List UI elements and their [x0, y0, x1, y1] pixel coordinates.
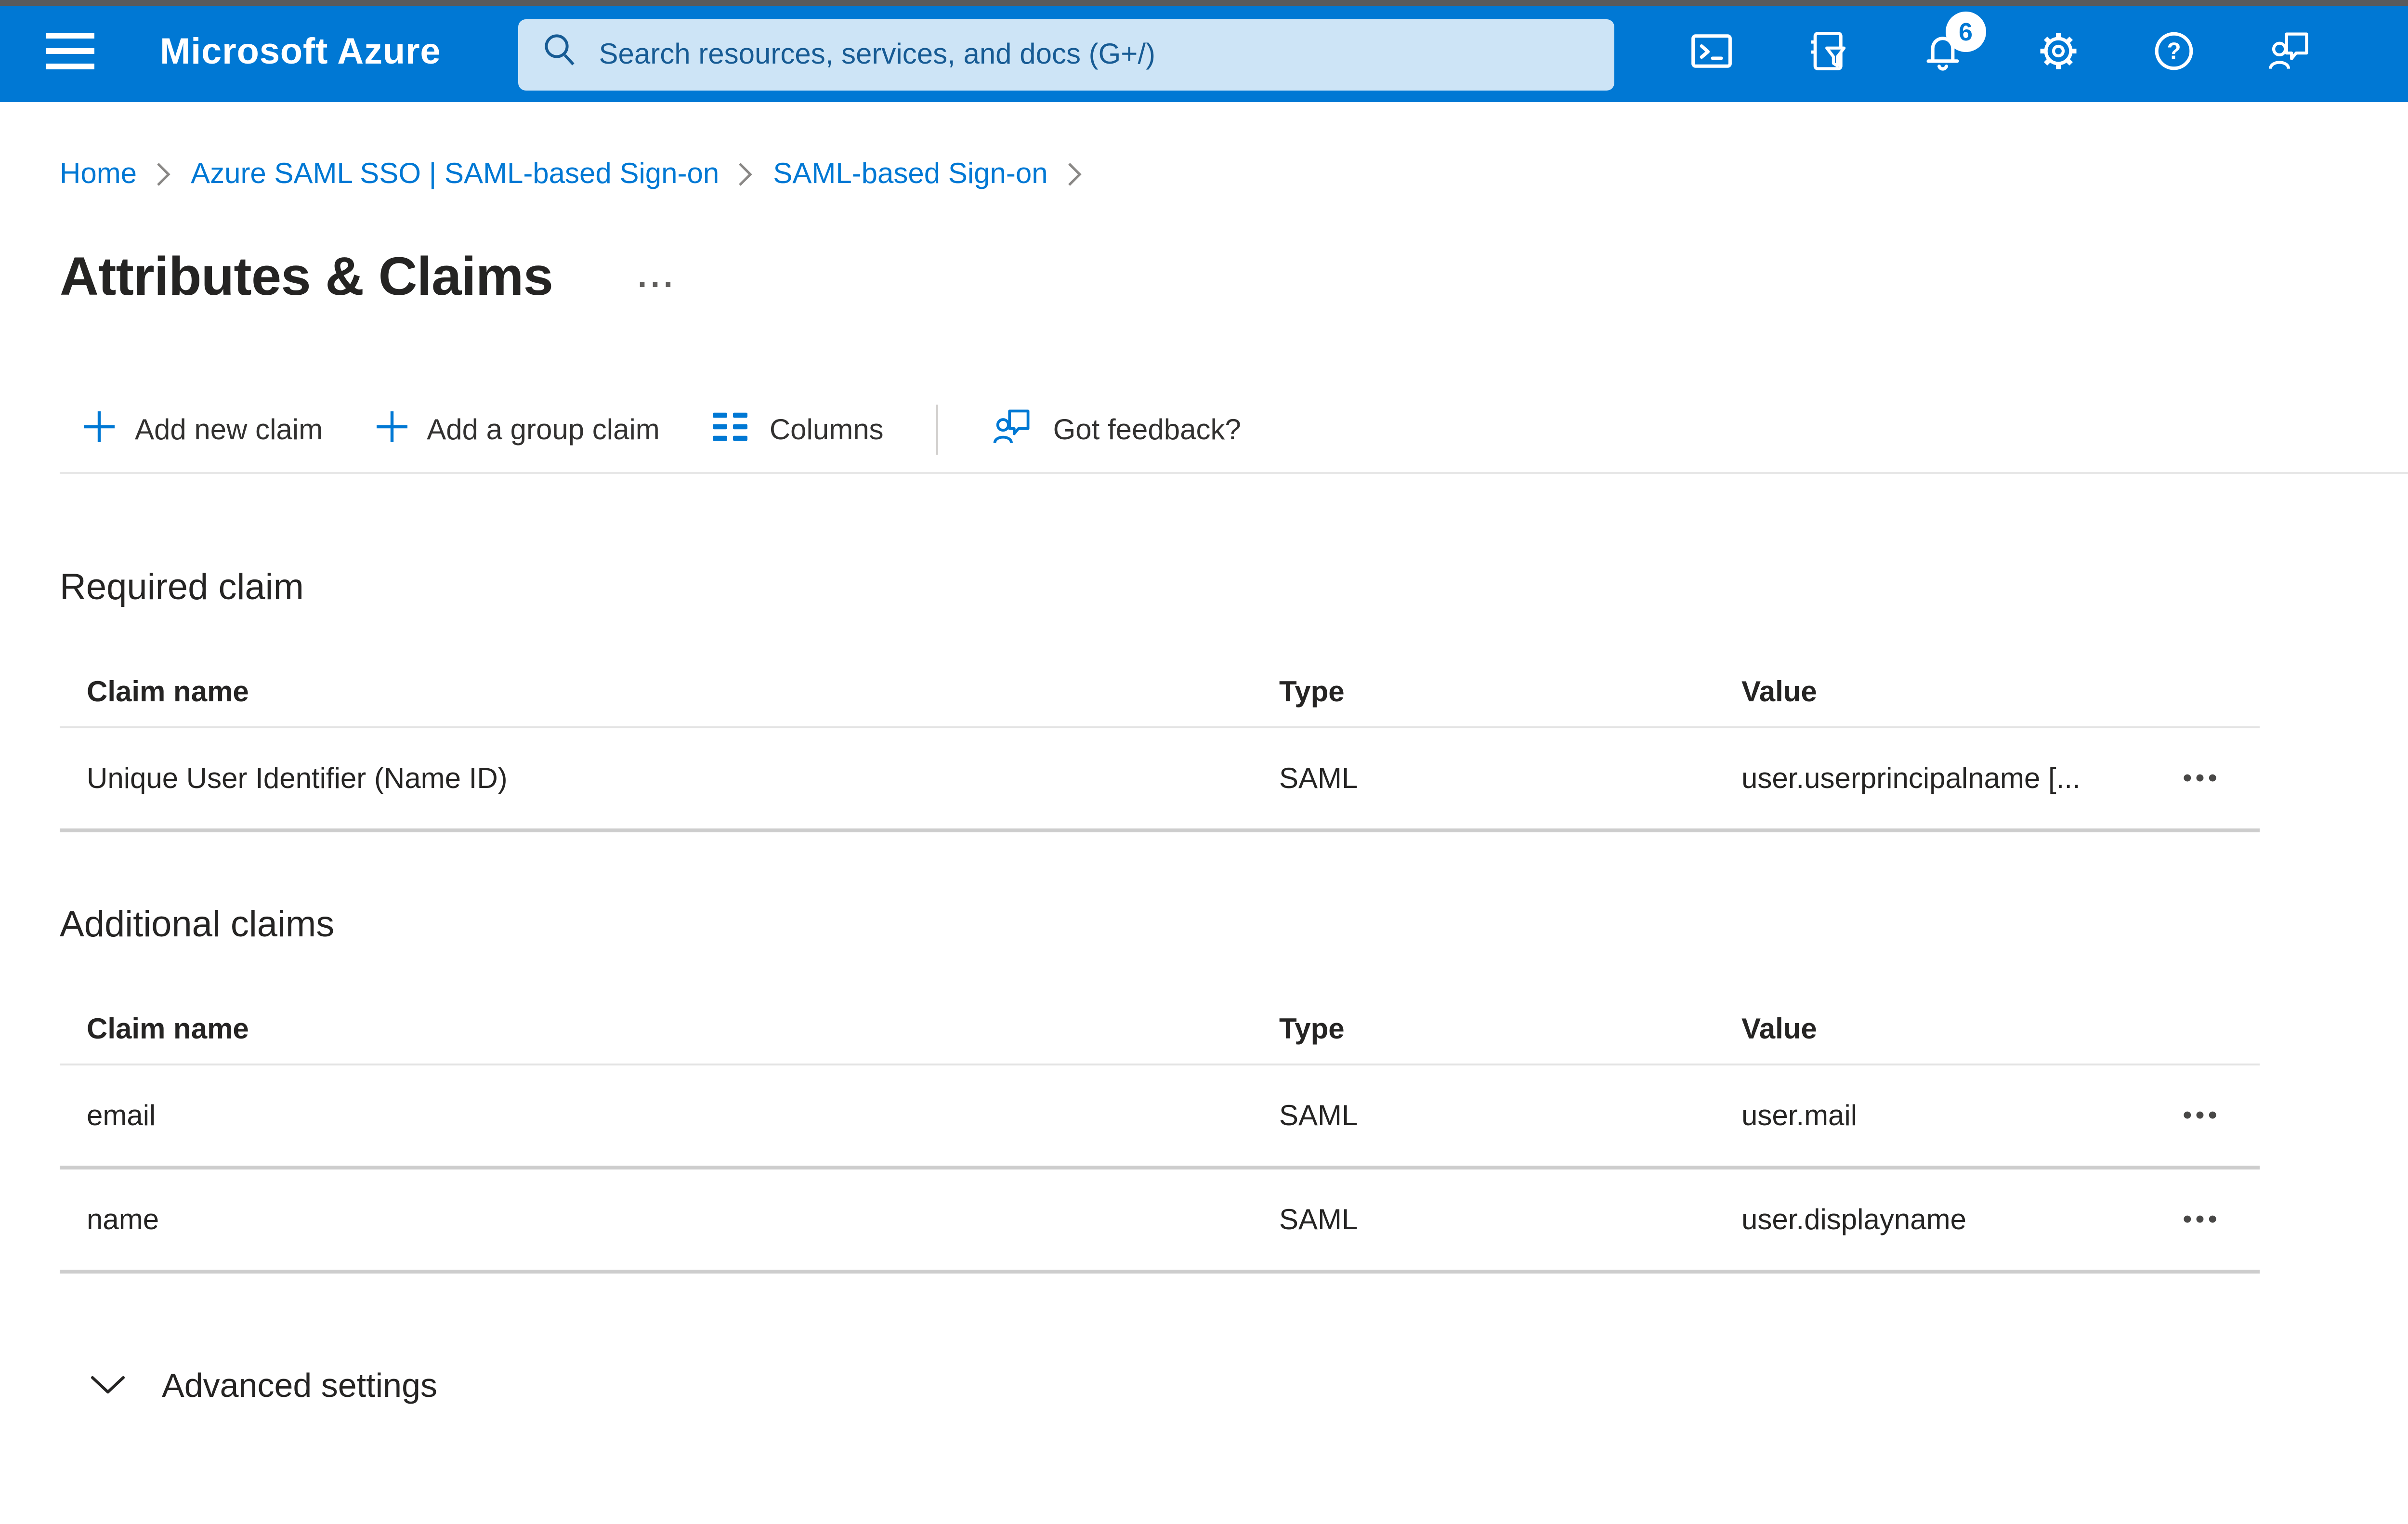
search-input[interactable]: [595, 36, 1591, 72]
claim-value-cell: user.displayname: [1741, 1203, 1966, 1236]
column-header-claim-name: Claim name: [87, 675, 249, 708]
row-menu-button[interactable]: •••: [2168, 1098, 2237, 1133]
column-header-claim-name: Claim name: [87, 1012, 249, 1045]
add-group-claim-button[interactable]: Add a group claim: [375, 409, 660, 450]
window-edge-strip: [0, 0, 2408, 6]
table-header-row: Claim name Type Value: [60, 994, 2260, 1065]
help-button[interactable]: ?: [2150, 29, 2200, 79]
breadcrumb-separator-icon: [156, 162, 171, 187]
svg-text:?: ?: [2168, 39, 2182, 64]
breadcrumb-link-app[interactable]: Azure SAML SSO | SAML-based Sign-on: [191, 158, 719, 191]
add-group-claim-label: Add a group claim: [427, 413, 660, 446]
column-header-value: Value: [1741, 1012, 1817, 1045]
plus-icon: [83, 409, 116, 450]
search-icon: [541, 31, 578, 77]
cloud-shell-button[interactable]: [1688, 29, 1738, 79]
additional-claims-table: Claim name Type Value email SAML user.ma…: [60, 994, 2260, 1274]
page-header: Attributes & Claims ...: [60, 241, 2408, 314]
notification-count-badge: 6: [1945, 12, 1986, 52]
claim-value-cell: user.mail: [1741, 1099, 1858, 1132]
advanced-settings-toggle[interactable]: Advanced settings: [91, 1349, 437, 1422]
advanced-settings-label: Advanced settings: [162, 1365, 438, 1404]
required-claim-table: Claim name Type Value Unique User Identi…: [60, 657, 2260, 832]
feedback-icon: [990, 404, 1034, 456]
got-feedback-button[interactable]: Got feedback?: [990, 404, 1241, 456]
feedback-button[interactable]: [2265, 29, 2316, 79]
hamburger-menu-button[interactable]: [39, 25, 102, 83]
table-header-row: Claim name Type Value: [60, 657, 2260, 728]
feedback-icon: [2266, 27, 2315, 81]
breadcrumb-separator-icon: [1067, 162, 1083, 187]
directory-filter-icon: [1804, 27, 1852, 81]
global-search: [518, 18, 1614, 90]
hamburger-icon: [46, 33, 94, 75]
product-title: Microsoft Azure: [160, 33, 441, 73]
add-new-claim-label: Add new claim: [135, 413, 323, 446]
notifications-button[interactable]: 6: [1919, 12, 1986, 79]
gear-icon: [2035, 27, 2083, 81]
claim-value-cell: user.userprincipalname [...: [1741, 762, 2081, 795]
breadcrumb-link-saml-signon[interactable]: SAML-based Sign-on: [773, 158, 1047, 191]
columns-label: Columns: [769, 413, 884, 446]
cloud-shell-icon: [1688, 27, 1737, 81]
chevron-down-icon: [91, 1371, 125, 1400]
plus-icon: [375, 409, 407, 450]
page-more-menu-button[interactable]: ...: [634, 260, 681, 293]
column-header-type: Type: [1279, 1012, 1345, 1045]
table-row: email SAML user.mail •••: [60, 1065, 2260, 1169]
settings-button[interactable]: [2034, 29, 2084, 79]
breadcrumb: Home Azure SAML SSO | SAML-based Sign-on…: [60, 158, 2408, 191]
column-header-type: Type: [1279, 675, 1345, 708]
help-icon: ?: [2151, 27, 2199, 81]
columns-button[interactable]: Columns: [712, 407, 884, 452]
toolbar-rule: [60, 472, 2408, 474]
add-new-claim-button[interactable]: Add new claim: [83, 409, 323, 450]
topbar-icon-group: 6 ?: [1688, 12, 2316, 79]
columns-icon: [712, 407, 750, 452]
table-row: name SAML user.displayname •••: [60, 1169, 2260, 1274]
directory-filter-button[interactable]: [1803, 29, 1853, 79]
topbar: Microsoft Azure 6: [0, 6, 2408, 102]
claim-name-cell: Unique User Identifier (Name ID): [87, 762, 508, 795]
page-title: Attributes & Claims: [60, 247, 553, 306]
claim-type-cell: SAML: [1279, 1099, 1358, 1132]
breadcrumb-separator-icon: [738, 162, 754, 187]
row-menu-button[interactable]: •••: [2168, 1202, 2237, 1237]
got-feedback-label: Got feedback?: [1053, 413, 1241, 446]
additional-claims-heading: Additional claims: [60, 906, 335, 946]
claim-type-cell: SAML: [1279, 762, 1358, 795]
claim-name-cell: email: [87, 1099, 156, 1132]
azure-portal-page: Microsoft Azure 6: [0, 0, 2408, 1524]
claim-type-cell: SAML: [1279, 1203, 1358, 1236]
required-claim-heading: Required claim: [60, 568, 304, 609]
claim-name-cell: name: [87, 1203, 159, 1236]
toolbar-divider: [935, 405, 938, 455]
column-header-value: Value: [1741, 675, 1817, 708]
row-menu-button[interactable]: •••: [2168, 761, 2237, 796]
breadcrumb-link-home[interactable]: Home: [60, 158, 137, 191]
command-bar: Add new claim Add a group claim Columns …: [0, 405, 2408, 455]
table-row: Unique User Identifier (Name ID) SAML us…: [60, 728, 2260, 832]
